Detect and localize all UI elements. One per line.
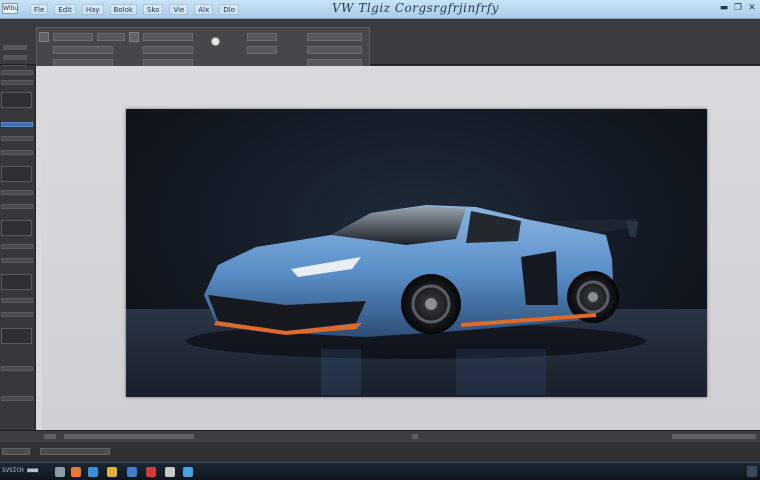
panel-row[interactable]	[1, 244, 33, 249]
tools-panel	[0, 66, 36, 442]
panel-row[interactable]	[1, 136, 33, 141]
tool-option-field[interactable]	[143, 46, 193, 54]
panel-row[interactable]	[1, 190, 33, 195]
timeline-control[interactable]	[2, 448, 30, 455]
edge-icon[interactable]	[88, 467, 98, 477]
status-info	[672, 434, 756, 439]
panel-row[interactable]	[1, 366, 33, 371]
tool-option-field[interactable]	[53, 46, 113, 54]
tool-shortcut[interactable]	[3, 55, 27, 60]
close-button[interactable]: ✕	[746, 2, 758, 15]
panel-row[interactable]	[1, 70, 33, 75]
start-button[interactable]: SVSICH ■■■	[2, 467, 38, 474]
status-info	[64, 434, 194, 439]
menu-edit[interactable]: Edit	[54, 4, 76, 15]
panel-row[interactable]	[1, 312, 33, 317]
maximize-button[interactable]: ❐	[732, 2, 744, 15]
panel-row[interactable]	[1, 298, 33, 303]
tool-preset-button[interactable]	[39, 32, 49, 42]
status-bar	[0, 430, 760, 442]
panel-thumbnail[interactable]	[1, 92, 32, 108]
camera-icon[interactable]	[165, 467, 175, 477]
tool-toggle-button[interactable]	[129, 32, 139, 42]
browser-icon[interactable]	[71, 467, 81, 477]
search-icon[interactable]	[55, 467, 65, 477]
panel-row[interactable]	[1, 258, 33, 263]
options-toolbar	[0, 19, 760, 86]
menu-view[interactable]: Vie	[169, 4, 189, 15]
sports-car-image	[126, 205, 707, 397]
system-tray-icon[interactable]	[747, 466, 757, 477]
timeline-strip	[0, 442, 760, 462]
image-canvas[interactable]	[126, 109, 707, 397]
angle-dial-icon[interactable]	[211, 37, 220, 46]
tool-shortcut[interactable]	[3, 45, 27, 50]
panel-row[interactable]	[1, 80, 33, 85]
panel-thumbnail[interactable]	[1, 274, 32, 290]
os-taskbar: SVSICH ■■■	[0, 462, 760, 480]
menu-image[interactable]: Hay	[81, 4, 104, 15]
minimize-button[interactable]: ▬	[718, 2, 730, 15]
menu-file[interactable]: Fle	[30, 4, 49, 15]
menu-bar: Fle Edit Hay Bolok Sko Vie Alx Dlo	[30, 4, 239, 15]
canvas-pasteboard	[42, 66, 760, 430]
files-icon[interactable]	[107, 467, 117, 477]
title-bar: Wlbu Fle Edit Hay Bolok Sko Vie Alx Dlo …	[0, 0, 760, 19]
menu-layer[interactable]: Bolok	[109, 4, 137, 15]
tool-option-field[interactable]	[307, 33, 362, 41]
panel-row[interactable]	[1, 204, 33, 209]
tool-option-field[interactable]	[97, 33, 125, 41]
store-icon[interactable]	[127, 467, 137, 477]
tool-option-field[interactable]	[307, 46, 362, 54]
tool-option-field[interactable]	[247, 33, 277, 41]
menu-window[interactable]: Alx	[194, 4, 214, 15]
menu-select[interactable]: Sko	[142, 4, 164, 15]
app-logo: Wlbu	[2, 3, 19, 14]
tool-option-field[interactable]	[143, 33, 193, 41]
window-title: VW Tlgiz Corgsrgfrjinfrfy	[332, 1, 500, 15]
panel-row[interactable]	[1, 396, 33, 401]
panel-row-selected[interactable]	[1, 122, 33, 127]
panel-thumbnail[interactable]	[1, 220, 32, 236]
media-icon[interactable]	[146, 467, 156, 477]
panel-thumbnail[interactable]	[1, 328, 32, 344]
panel-row[interactable]	[1, 150, 33, 155]
status-indicator	[44, 434, 56, 439]
photo-editor-window: Wlbu Fle Edit Hay Bolok Sko Vie Alx Dlo …	[0, 0, 760, 480]
menu-help[interactable]: Dlo	[219, 4, 239, 15]
tool-option-field[interactable]	[247, 46, 277, 54]
panel-thumbnail[interactable]	[1, 166, 32, 182]
status-indicator	[412, 434, 418, 439]
timeline-track[interactable]	[40, 448, 110, 455]
tool-option-field[interactable]	[53, 33, 93, 41]
photos-icon[interactable]	[183, 467, 193, 477]
workspace-area[interactable]	[36, 66, 760, 430]
